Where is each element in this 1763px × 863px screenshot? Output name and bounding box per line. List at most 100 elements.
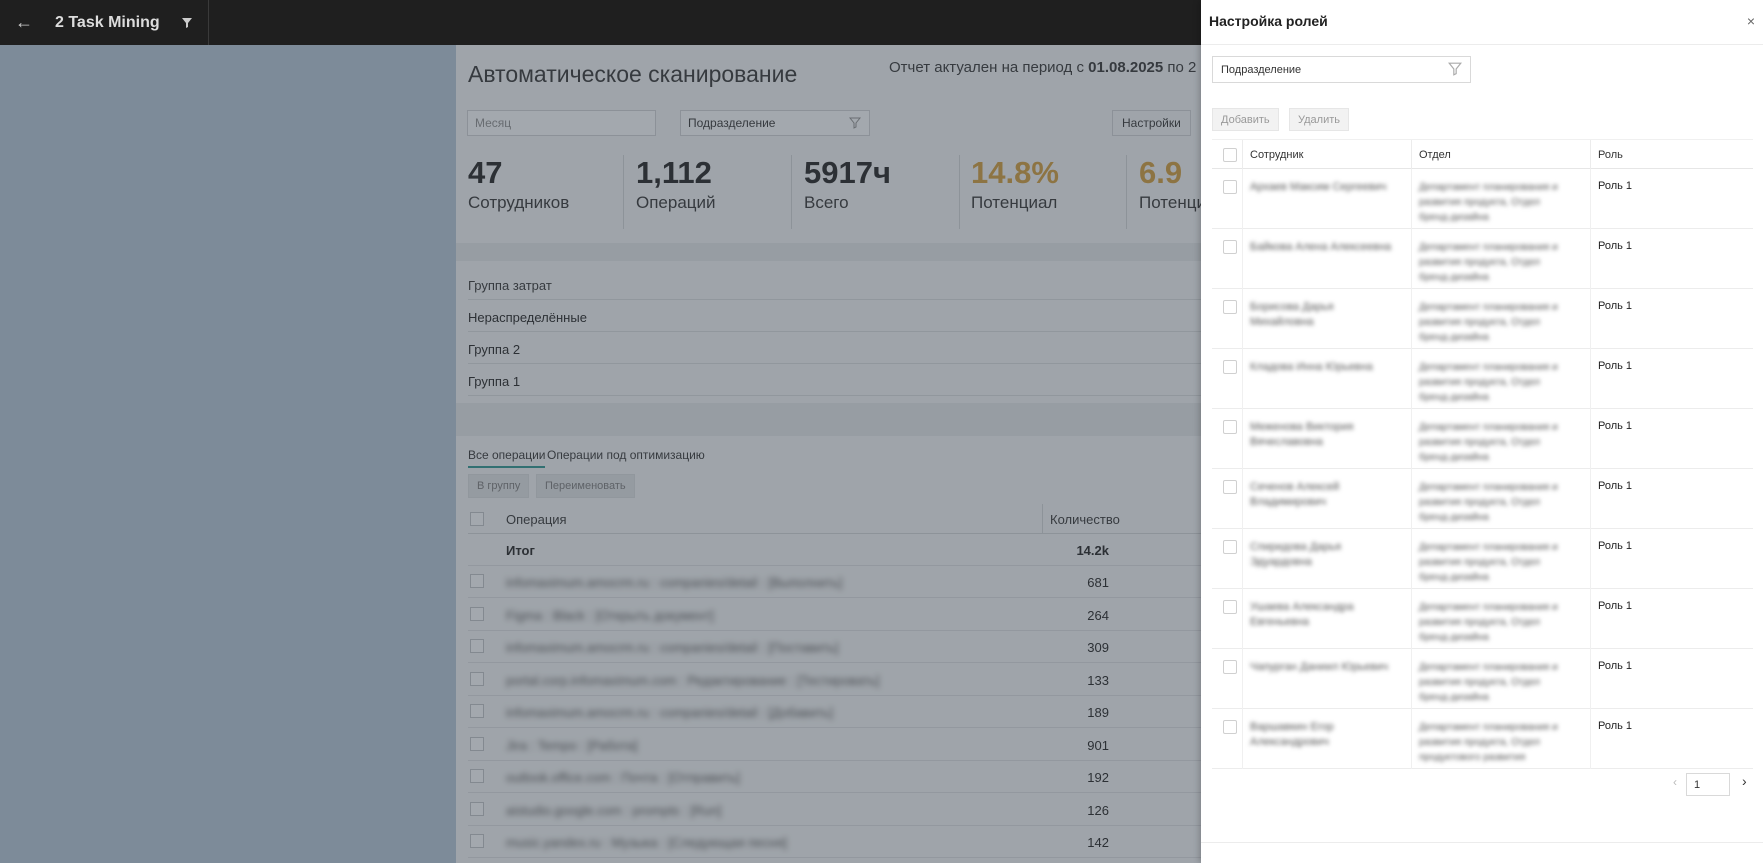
row-checkbox[interactable] <box>1223 720 1237 734</box>
divider <box>207 0 209 45</box>
row-checkbox[interactable] <box>1223 240 1237 254</box>
division-select-label: Подразделение <box>1221 64 1302 76</box>
role-value[interactable]: Роль 1 <box>1598 240 1632 252</box>
divider <box>1411 349 1412 409</box>
divider <box>1242 289 1243 349</box>
divider <box>1411 469 1412 529</box>
divider <box>1411 409 1412 469</box>
divider <box>1242 229 1243 289</box>
division-select[interactable]: Подразделение <box>1212 56 1471 83</box>
divider <box>1590 469 1591 529</box>
col-employee[interactable]: Сотрудник <box>1250 149 1303 161</box>
employee-name: Варшавкин Егор Александрович <box>1250 721 1334 748</box>
add-button[interactable]: Добавить <box>1212 108 1279 131</box>
department-name: Департамент планирования и развития прод… <box>1419 242 1558 283</box>
divider <box>1590 529 1591 589</box>
delete-button[interactable]: Удалить <box>1289 108 1349 131</box>
divider <box>1242 529 1243 589</box>
role-value[interactable]: Роль 1 <box>1598 360 1632 372</box>
row-checkbox[interactable] <box>1223 360 1237 374</box>
table-row[interactable]: Меженова Виктория Вячеславовна Департамен… <box>1212 409 1753 469</box>
row-checkbox[interactable] <box>1223 300 1237 314</box>
employee-name: Меженова Виктория Вячеславовна <box>1250 421 1354 448</box>
arrow-left-icon[interactable]: ← <box>0 0 48 45</box>
row-checkbox[interactable] <box>1223 660 1237 674</box>
employee-name: Архаев Максим Сергеевич <box>1250 181 1387 193</box>
divider <box>1411 289 1412 349</box>
col-role[interactable]: Роль <box>1598 149 1623 161</box>
table-row[interactable]: Архаев Максим Сергеевич Департамент плани… <box>1212 169 1753 229</box>
table-row[interactable]: Сеченов Алексей Владимирович Департамент … <box>1212 469 1753 529</box>
table-row[interactable]: Спиридова Дарья Эдуардовна Департамент пл… <box>1212 529 1753 589</box>
divider <box>1411 529 1412 589</box>
table-row[interactable]: Варшавкин Егор Александрович Департамент … <box>1212 709 1753 769</box>
divider <box>1201 842 1763 843</box>
role-value[interactable]: Роль 1 <box>1598 720 1632 732</box>
role-value[interactable]: Роль 1 <box>1598 300 1632 312</box>
divider <box>1242 409 1243 469</box>
divider <box>1590 229 1591 289</box>
department-name: Департамент планирования и развития прод… <box>1419 182 1558 223</box>
role-value[interactable]: Роль 1 <box>1598 480 1632 492</box>
divider <box>1590 409 1591 469</box>
department-name: Департамент планирования и развития прод… <box>1419 482 1558 523</box>
employee-name: Сеченов Алексей Владимирович <box>1250 481 1340 508</box>
role-value[interactable]: Роль 1 <box>1598 600 1632 612</box>
employee-name: Кладова Инна Юрьевна <box>1250 361 1373 373</box>
divider <box>1590 709 1591 769</box>
divider <box>1242 169 1243 229</box>
roles-drawer: Настройка ролей × Подразделение Добавить… <box>1201 0 1763 863</box>
role-value[interactable]: Роль 1 <box>1598 180 1632 192</box>
divider <box>1242 649 1243 709</box>
app-title: 2 Task Mining <box>55 13 160 31</box>
department-name: Департамент планирования и развития прод… <box>1419 302 1558 343</box>
funnel-icon <box>1448 62 1462 76</box>
divider <box>1411 649 1412 709</box>
employee-name: Спиридова Дарья Эдуардовна <box>1250 541 1342 568</box>
table-row[interactable]: Байкова Алена Алексеевна Департамент план… <box>1212 229 1753 289</box>
divider <box>1590 589 1591 649</box>
col-department[interactable]: Отдел <box>1419 149 1451 161</box>
divider <box>1411 589 1412 649</box>
department-name: Департамент планирования и развития прод… <box>1419 542 1558 583</box>
table-row[interactable]: Ушаева Александра Евгеньевна Департамент … <box>1212 589 1753 649</box>
divider <box>1242 140 1243 170</box>
row-checkbox[interactable] <box>1223 540 1237 554</box>
funnel-icon[interactable] <box>176 12 198 34</box>
divider <box>1242 589 1243 649</box>
department-name: Департамент планирования и развития прод… <box>1419 362 1558 403</box>
chevron-right-icon[interactable]: › <box>1742 773 1747 789</box>
row-checkbox[interactable] <box>1223 420 1237 434</box>
employee-name: Чапурган Даниил Юрьевич <box>1250 661 1389 673</box>
employee-name: Борисова Дарья Михайловна <box>1250 301 1334 328</box>
chevron-left-icon[interactable]: ‹ <box>1673 775 1677 789</box>
modal-overlay[interactable] <box>456 45 1201 863</box>
row-checkbox[interactable] <box>1223 600 1237 614</box>
divider <box>1242 469 1243 529</box>
divider <box>1590 140 1591 170</box>
department-name: Департамент планирования и развития прод… <box>1419 602 1558 643</box>
divider <box>1242 709 1243 769</box>
row-checkbox[interactable] <box>1223 180 1237 194</box>
divider <box>1411 229 1412 289</box>
role-value[interactable]: Роль 1 <box>1598 660 1632 672</box>
select-all-checkbox[interactable] <box>1223 148 1237 162</box>
table-row[interactable]: Чапурган Даниил Юрьевич Департамент плани… <box>1212 649 1753 709</box>
table-row[interactable]: Кладова Инна Юрьевна Департамент планиров… <box>1212 349 1753 409</box>
divider <box>1242 349 1243 409</box>
divider <box>1411 169 1412 229</box>
close-icon[interactable]: × <box>1747 13 1755 29</box>
divider <box>1411 709 1412 769</box>
table-row[interactable]: Борисова Дарья Михайловна Департамент пла… <box>1212 289 1753 349</box>
drawer-header: Настройка ролей × <box>1201 0 1763 45</box>
left-pane <box>0 45 456 863</box>
page-input[interactable]: 1 <box>1686 773 1730 796</box>
roles-table-header: Сотрудник Отдел Роль <box>1212 139 1753 170</box>
employee-name: Ушаева Александра Евгеньевна <box>1250 601 1354 628</box>
role-value[interactable]: Роль 1 <box>1598 540 1632 552</box>
role-value[interactable]: Роль 1 <box>1598 420 1632 432</box>
row-checkbox[interactable] <box>1223 480 1237 494</box>
department-name: Департамент планирования и развития прод… <box>1419 722 1558 763</box>
drawer-title: Настройка ролей <box>1209 13 1328 29</box>
divider <box>1411 140 1412 170</box>
